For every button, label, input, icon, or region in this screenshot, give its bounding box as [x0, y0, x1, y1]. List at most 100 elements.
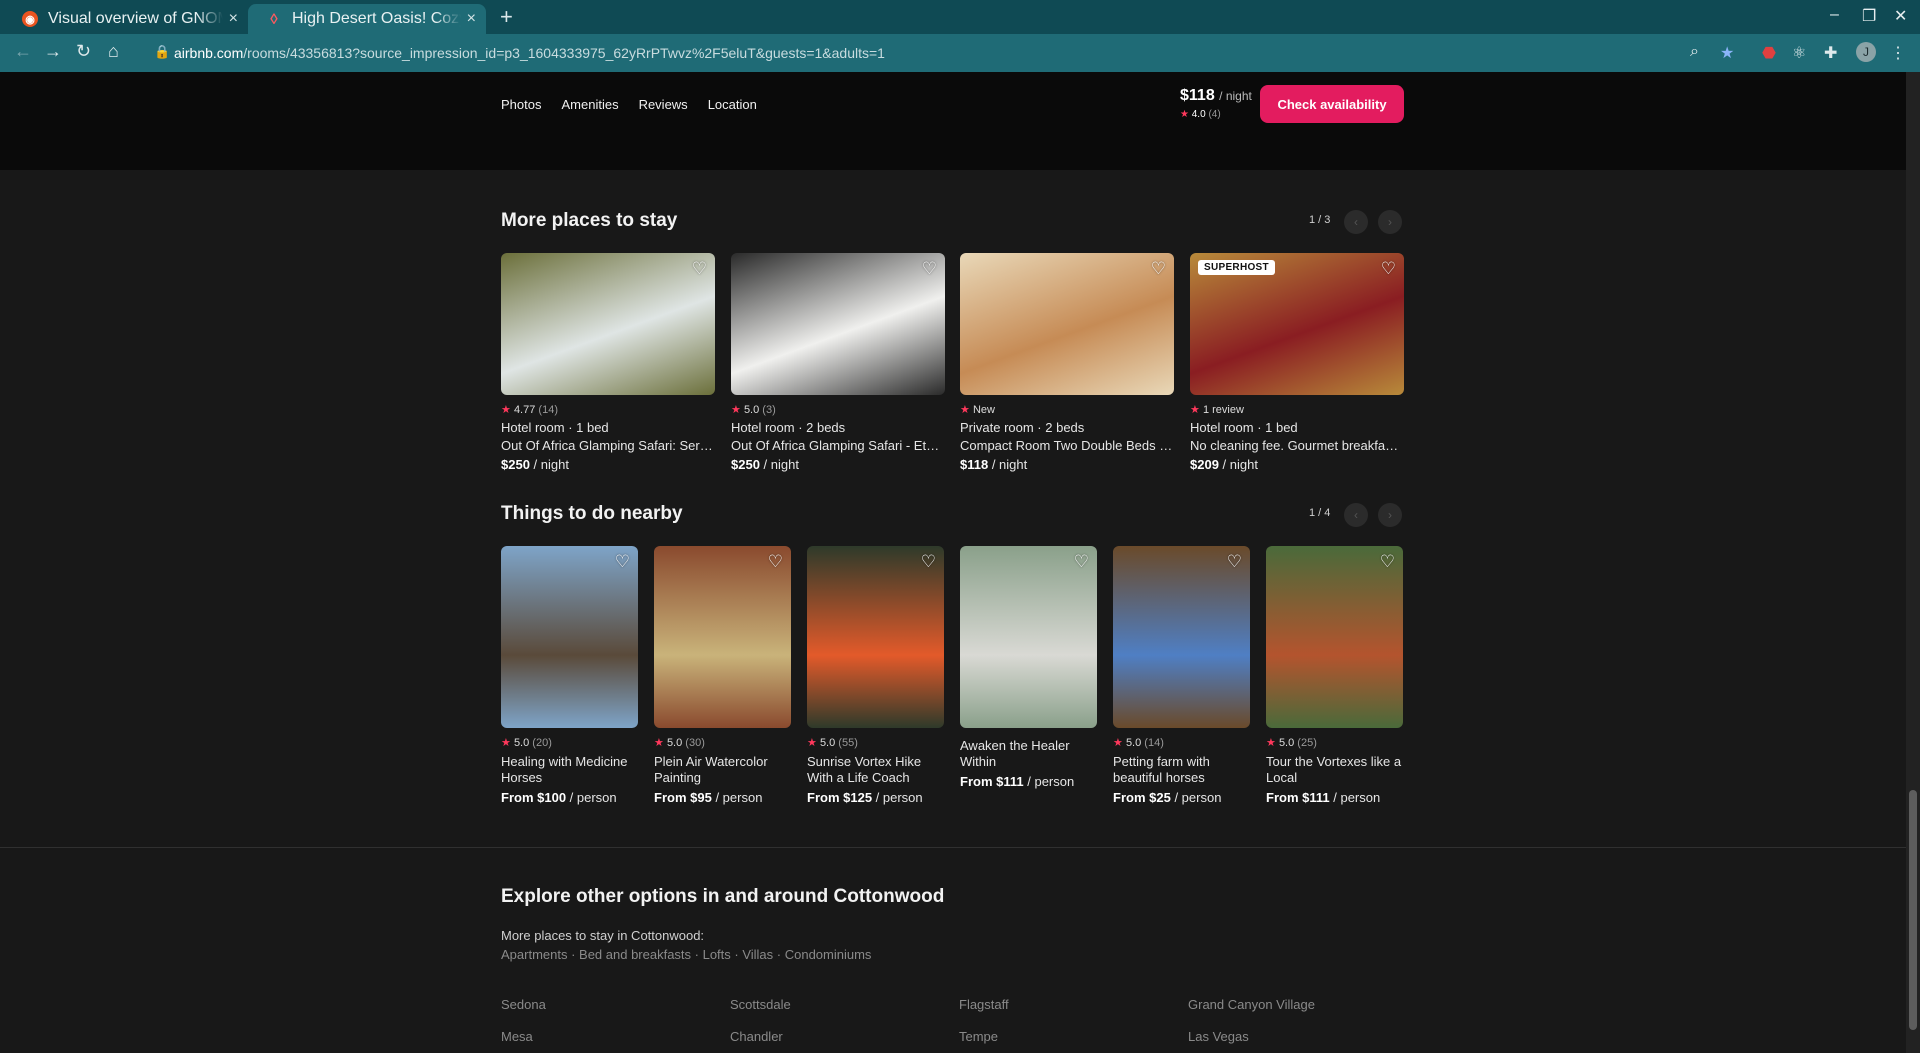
listing-rating: ★ New — [960, 404, 995, 416]
nav-reviews[interactable]: Reviews — [639, 97, 688, 112]
sticky-price-summary: $118 / night ★ 4.0 (4) — [1180, 87, 1252, 120]
experience-price: From $95 / person — [654, 790, 763, 805]
prev-arrow-icon[interactable]: ‹ — [1344, 210, 1368, 234]
listing-title: Out Of Africa Glamping Safari - Etosha — [731, 438, 945, 453]
back-icon[interactable]: ← — [14, 41, 32, 62]
experience-rating: ★ 5.0 (30) — [654, 737, 705, 749]
sticky-price: $118 — [1180, 87, 1215, 104]
close-tab-icon[interactable]: × — [467, 10, 476, 28]
listing-title: Compact Room Two Double Beds with Views — [960, 438, 1174, 453]
extension-react-icon[interactable]: ⚛ — [1792, 43, 1806, 63]
listing-card[interactable]: ♡ ★ 5.0 (3) Hotel room · 2 beds Out Of A… — [731, 253, 945, 472]
zoom-icon[interactable]: ⌕ — [1690, 43, 1699, 61]
listing-price: $209 / night — [1190, 457, 1258, 472]
reload-icon[interactable]: ↻ — [76, 41, 91, 62]
tab-gnome-overview[interactable]: ◉ Visual overview of GNOME × — [4, 4, 248, 34]
next-arrow-icon[interactable]: › — [1378, 503, 1402, 527]
nav-photos[interactable]: Photos — [501, 97, 541, 112]
listing-photo[interactable]: ♡ — [501, 253, 715, 395]
experience-title: Awaken the Healer Within — [960, 738, 1070, 769]
profile-avatar[interactable]: J — [1856, 42, 1876, 62]
bookmark-star-icon[interactable]: ★ — [1720, 43, 1734, 63]
city-link[interactable]: Grand Canyon Village — [1188, 997, 1315, 1012]
star-icon: ★ — [731, 404, 741, 416]
listing-price: $118 / night — [960, 457, 1028, 472]
save-heart-icon[interactable]: ♡ — [1381, 259, 1396, 279]
experience-card[interactable]: ♡ ★ 5.0 (55) Sunrise Vortex Hike With a … — [807, 546, 944, 805]
city-link[interactable]: Chandler — [730, 1029, 783, 1044]
star-icon: ★ — [807, 737, 817, 749]
star-icon: ★ — [1180, 109, 1189, 120]
city-link[interactable]: Las Vegas — [1188, 1029, 1249, 1044]
next-arrow-icon[interactable]: › — [1378, 210, 1402, 234]
experience-card[interactable]: ♡ ★ 5.0 (30) Plein Air Watercolor Painti… — [654, 546, 791, 805]
city-link[interactable]: Flagstaff — [959, 997, 1009, 1012]
address-bar[interactable]: 🔒 airbnb.com/rooms/43356813?source_impre… — [138, 39, 1698, 67]
experience-photo[interactable]: ♡ — [1266, 546, 1403, 728]
save-heart-icon[interactable]: ♡ — [1227, 552, 1242, 572]
extensions-puzzle-icon[interactable]: ✚ — [1824, 43, 1837, 63]
listing-title: Out Of Africa Glamping Safari: Serengeti — [501, 438, 715, 453]
save-heart-icon[interactable]: ♡ — [692, 259, 707, 279]
minimize-window-icon[interactable]: – — [1830, 6, 1839, 24]
star-icon: ★ — [501, 737, 511, 749]
new-tab-button[interactable]: + — [500, 4, 513, 30]
page-scrollbar[interactable] — [1906, 72, 1920, 1053]
experience-photo[interactable]: ♡ — [654, 546, 791, 728]
city-link[interactable]: Mesa — [501, 1029, 533, 1044]
experience-card[interactable]: ♡ ★ 5.0 (20) Healing with Medicine Horse… — [501, 546, 638, 805]
browser-menu-icon[interactable]: ⋮ — [1890, 43, 1906, 63]
city-link[interactable]: Sedona — [501, 997, 546, 1012]
nav-location[interactable]: Location — [708, 97, 757, 112]
prev-arrow-icon[interactable]: ‹ — [1344, 503, 1368, 527]
explore-title: Explore other options in and around Cott… — [501, 886, 945, 907]
experience-photo[interactable]: ♡ — [960, 546, 1097, 728]
experience-photo[interactable]: ♡ — [501, 546, 638, 728]
star-icon: ★ — [960, 404, 970, 416]
save-heart-icon[interactable]: ♡ — [615, 552, 630, 572]
listing-photo[interactable]: ♡ — [960, 253, 1174, 395]
listing-card[interactable]: SUPERHOST ♡ ★ 1 review Hotel room · 1 be… — [1190, 253, 1404, 472]
listing-price: $250 / night — [731, 457, 799, 472]
close-window-icon[interactable]: ✕ — [1894, 6, 1907, 26]
listing-card[interactable]: ♡ ★ 4.77 (14) Hotel room · 1 bed Out Of … — [501, 253, 715, 472]
experience-card[interactable]: ♡ ★ 5.0 (25) Tour the Vortexes like a Lo… — [1266, 546, 1403, 805]
close-tab-icon[interactable]: × — [229, 10, 238, 28]
check-availability-button[interactable]: Check availability — [1260, 85, 1404, 123]
listing-card[interactable]: ♡ ★ New Private room · 2 beds Compact Ro… — [960, 253, 1174, 472]
more-places-pager: 1 / 3 — [1309, 214, 1331, 226]
experience-card[interactable]: ♡ ★ 5.0 (14) Petting farm with beautiful… — [1113, 546, 1250, 805]
maximize-window-icon[interactable]: ❐ — [1862, 6, 1876, 26]
url-text: airbnb.com/rooms/43356813?source_impress… — [174, 45, 885, 61]
extension-shield-icon[interactable]: ⬣ — [1762, 43, 1776, 63]
listing-photo[interactable]: SUPERHOST ♡ — [1190, 253, 1404, 395]
experience-photo[interactable]: ♡ — [807, 546, 944, 728]
tab-high-desert-oasis[interactable]: ◊ High Desert Oasis! Cozy home × — [248, 4, 486, 34]
scrollbar-thumb[interactable] — [1909, 790, 1917, 1030]
experience-card[interactable]: ♡ Awaken the Healer Within From $111 / p… — [960, 546, 1097, 789]
home-icon[interactable]: ⌂ — [108, 41, 119, 62]
airbnb-favicon-icon: ◊ — [270, 10, 278, 28]
listing-title: No cleaning fee. Gourmet breakfast inclu… — [1190, 438, 1404, 453]
listing-type: Hotel room · 2 beds — [731, 420, 846, 435]
save-heart-icon[interactable]: ♡ — [1151, 259, 1166, 279]
city-link[interactable]: Scottsdale — [730, 997, 791, 1012]
save-heart-icon[interactable]: ♡ — [1380, 552, 1395, 572]
save-heart-icon[interactable]: ♡ — [768, 552, 783, 572]
experience-title: Plein Air Watercolor Painting — [654, 754, 768, 785]
section-divider — [0, 847, 1906, 848]
listing-photo[interactable]: ♡ — [731, 253, 945, 395]
forward-icon[interactable]: → — [44, 41, 62, 62]
city-link[interactable]: Tempe — [959, 1029, 998, 1044]
stay-type-links[interactable]: Apartments · Bed and breakfasts · Lofts … — [501, 947, 871, 962]
save-heart-icon[interactable]: ♡ — [921, 552, 936, 572]
experience-photo[interactable]: ♡ — [1113, 546, 1250, 728]
ubuntu-favicon-icon: ◉ — [22, 11, 38, 27]
tab-title: Visual overview of GNOME — [48, 10, 223, 27]
star-icon: ★ — [1113, 737, 1123, 749]
save-heart-icon[interactable]: ♡ — [1074, 552, 1089, 572]
save-heart-icon[interactable]: ♡ — [922, 259, 937, 279]
browser-tab-bar: ◉ Visual overview of GNOME × ◊ High Dese… — [0, 0, 1920, 34]
nav-amenities[interactable]: Amenities — [561, 97, 618, 112]
browser-toolbar: ← → ↻ ⌂ 🔒 airbnb.com/rooms/43356813?sour… — [0, 34, 1920, 72]
